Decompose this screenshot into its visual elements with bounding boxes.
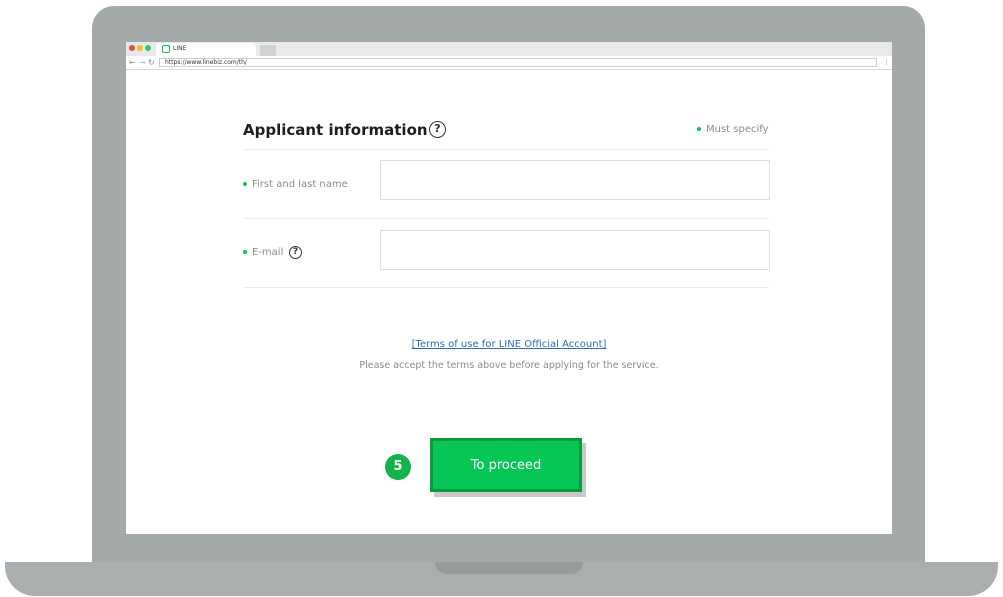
help-icon[interactable]: ? xyxy=(429,121,446,138)
browser-window: LINE ← → ↻ https://www.linebiz.com/th/ ⋮… xyxy=(126,42,892,534)
email-field-label: E-mail xyxy=(243,247,283,258)
line-favicon-icon xyxy=(162,45,170,53)
reload-icon[interactable]: ↻ xyxy=(148,57,155,68)
window-close-dot[interactable] xyxy=(129,45,135,51)
name-field-label: First and last name xyxy=(243,179,348,190)
required-legend: Must specify xyxy=(697,124,769,135)
name-label-text: First and last name xyxy=(252,179,348,190)
divider xyxy=(243,287,769,288)
divider xyxy=(243,218,769,219)
terms-link[interactable]: [Terms of use for LINE Official Account] xyxy=(126,339,892,350)
forward-arrow-icon[interactable]: → xyxy=(139,57,146,68)
page-title: Applicant information xyxy=(243,121,428,139)
new-tab-button[interactable] xyxy=(260,45,276,56)
email-help-icon[interactable]: ? xyxy=(289,246,302,259)
required-dot-icon xyxy=(243,250,247,254)
laptop-notch xyxy=(435,562,583,574)
tab-title: LINE xyxy=(173,45,187,52)
email-label-text: E-mail xyxy=(252,247,284,258)
proceed-button[interactable]: To proceed xyxy=(430,438,582,492)
terms-note: Please accept the terms above before app… xyxy=(359,360,659,371)
address-bar: ← → ↻ https://www.linebiz.com/th/ ⋮ xyxy=(126,56,892,70)
divider xyxy=(243,149,769,150)
browser-tab-strip: LINE xyxy=(126,42,892,56)
name-input[interactable] xyxy=(380,160,770,200)
browser-menu-icon[interactable]: ⋮ xyxy=(883,57,890,68)
required-dot-icon xyxy=(243,182,247,186)
window-minimize-dot[interactable] xyxy=(137,45,143,51)
step-badge: 5 xyxy=(385,454,411,480)
window-maximize-dot[interactable] xyxy=(145,45,151,51)
email-input[interactable] xyxy=(380,230,770,270)
browser-tab-active[interactable]: LINE xyxy=(156,43,256,56)
back-arrow-icon[interactable]: ← xyxy=(129,57,136,68)
required-dot-icon xyxy=(697,127,701,131)
required-legend-text: Must specify xyxy=(706,124,769,135)
url-input[interactable]: https://www.linebiz.com/th/ xyxy=(159,58,877,67)
